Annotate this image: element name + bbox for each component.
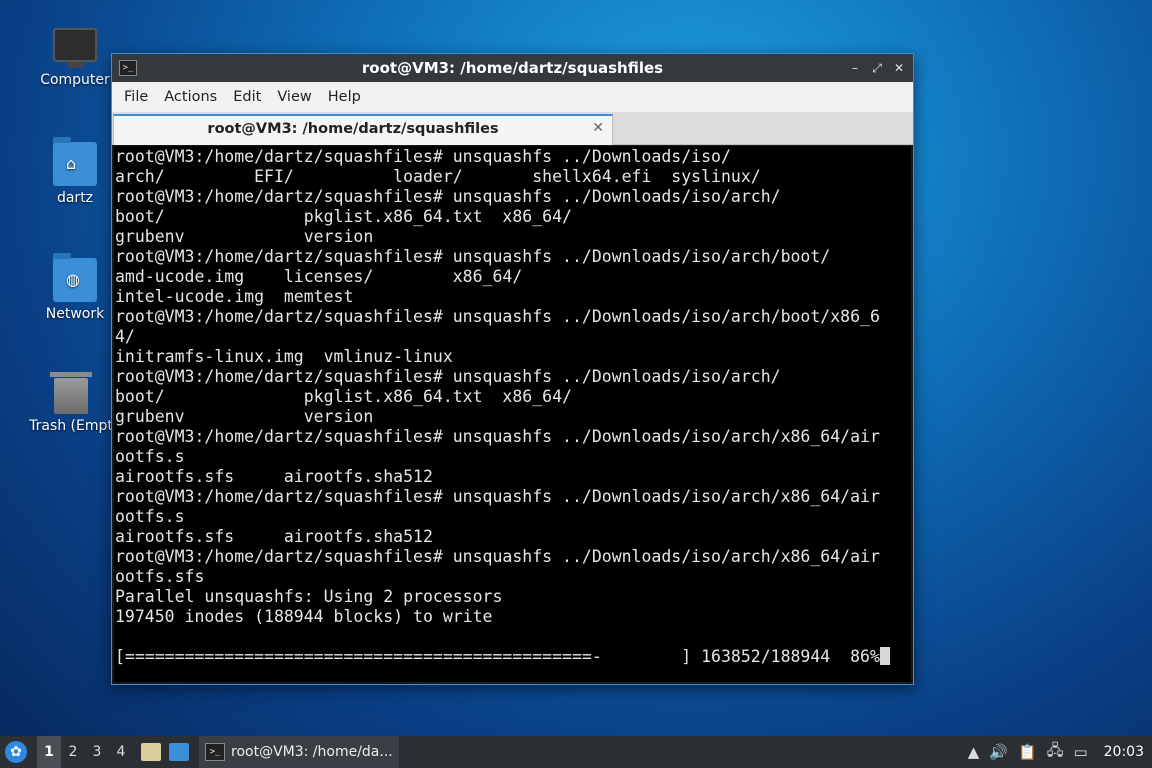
desktop-icon-label: Network: [45, 306, 105, 322]
menu-view[interactable]: View: [269, 89, 319, 105]
workspace-3[interactable]: 3: [85, 744, 109, 760]
task-label: root@VM3: /home/da...: [231, 744, 393, 760]
network-folder-icon: ◍: [53, 253, 97, 302]
terminal-line: initramfs-linux.img vmlinuz-linux: [115, 347, 453, 366]
desktop-icon-computer[interactable]: Computer: [25, 22, 125, 88]
terminal-line: grubenv version: [115, 407, 374, 426]
taskbar: ✿ 1 2 3 4 >_ root@VM3: /home/da... ▲ 🔊 📋…: [0, 736, 1152, 768]
window-titlebar[interactable]: >_ root@VM3: /home/dartz/squashfiles – ⤢…: [112, 54, 913, 82]
terminal-line: root@VM3:/home/dartz/squashfiles# unsqua…: [115, 187, 781, 206]
terminal-line: intel-ucode.img memtest: [115, 287, 354, 306]
terminal-line: root@VM3:/home/dartz/squashfiles# unsqua…: [115, 367, 781, 386]
menubar: File Actions Edit View Help: [112, 82, 913, 112]
screen-icon[interactable]: ▭: [1073, 743, 1087, 761]
system-tray: ▲ 🔊 📋 🖧 ▭ 20:03: [968, 740, 1144, 765]
terminal-output[interactable]: root@VM3:/home/dartz/squashfiles# unsqua…: [114, 146, 911, 682]
terminal-line: 197450 inodes (188944 blocks) to write: [115, 607, 493, 626]
desktop-icon-home-folder[interactable]: ⌂ dartz: [25, 137, 125, 206]
network-icon[interactable]: 🖧: [1047, 740, 1064, 765]
terminal-line: airootfs.sfs airootfs.sha512: [115, 527, 433, 546]
desktop-icon-trash[interactable]: Trash (Empt: [21, 372, 121, 434]
terminal-line: root@VM3:/home/dartz/squashfiles# unsqua…: [115, 427, 880, 446]
clipboard-icon[interactable]: 📋: [1018, 743, 1037, 761]
terminal-line: arch/ EFI/ loader/ shellx64.efi syslinux…: [115, 167, 761, 186]
tab-terminal[interactable]: root@VM3: /home/dartz/squashfiles ✕: [113, 114, 613, 145]
terminal-line: root@VM3:/home/dartz/squashfiles# unsqua…: [115, 307, 880, 326]
workspace-2[interactable]: 2: [61, 744, 85, 760]
keyboard-layout-icon[interactable]: ▲: [968, 743, 980, 761]
terminal-line: ootfs.sfs: [115, 567, 205, 586]
menu-file[interactable]: File: [116, 89, 156, 105]
file-manager-launcher-icon[interactable]: [141, 743, 161, 761]
terminal-line: amd-ucode.img licenses/ x86_64/: [115, 267, 523, 286]
close-button[interactable]: ✕: [891, 60, 907, 76]
terminal-icon: >_: [119, 60, 137, 76]
computer-icon: [53, 28, 97, 68]
desktop-icon-label: Trash (Empt: [29, 418, 113, 434]
tab-label: root@VM3: /home/dartz/squashfiles: [207, 121, 499, 137]
terminal-line: ootfs.s: [115, 507, 185, 526]
clock[interactable]: 20:03: [1104, 744, 1144, 760]
tab-bar: root@VM3: /home/dartz/squashfiles ✕: [112, 112, 913, 145]
terminal-window[interactable]: >_ root@VM3: /home/dartz/squashfiles – ⤢…: [111, 53, 914, 685]
terminal-line: root@VM3:/home/dartz/squashfiles# unsqua…: [115, 547, 880, 566]
menu-actions[interactable]: Actions: [156, 89, 225, 105]
minimize-button[interactable]: –: [847, 60, 863, 76]
terminal-line: grubenv version: [115, 227, 374, 246]
show-desktop-icon[interactable]: [169, 743, 189, 761]
terminal-line: airootfs.sfs airootfs.sha512: [115, 467, 433, 486]
menu-edit[interactable]: Edit: [225, 89, 269, 105]
home-folder-icon: ⌂: [53, 137, 97, 186]
desktop-icon-label: dartz: [56, 190, 94, 206]
terminal-icon: >_: [205, 743, 225, 761]
terminal-line: ootfs.s: [115, 447, 185, 466]
terminal-line: Parallel unsquashfs: Using 2 processors: [115, 587, 503, 606]
terminal-line: root@VM3:/home/dartz/squashfiles# unsqua…: [115, 147, 731, 166]
desktop-icon-label: Computer: [40, 72, 110, 88]
terminal-line: [=======================================…: [115, 647, 910, 667]
terminal-line: boot/ pkglist.x86_64.txt x86_64/: [115, 207, 572, 226]
desktop-icon-network[interactable]: ◍ Network: [25, 253, 125, 322]
terminal-line: 4/: [115, 327, 135, 346]
terminal-line: root@VM3:/home/dartz/squashfiles# unsqua…: [115, 487, 880, 506]
maximize-button[interactable]: ⤢: [869, 60, 885, 76]
terminal-cursor: [879, 647, 890, 665]
terminal-line: boot/ pkglist.x86_64.txt x86_64/: [115, 387, 572, 406]
workspace-1[interactable]: 1: [37, 736, 61, 768]
terminal-line: root@VM3:/home/dartz/squashfiles# unsqua…: [115, 247, 831, 266]
tab-close-icon[interactable]: ✕: [592, 120, 604, 136]
volume-icon[interactable]: 🔊: [989, 743, 1008, 761]
window-title: root@VM3: /home/dartz/squashfiles: [361, 59, 664, 77]
start-menu-icon[interactable]: ✿: [5, 741, 27, 763]
workspace-4[interactable]: 4: [109, 744, 133, 760]
menu-help[interactable]: Help: [320, 89, 369, 105]
trash-icon: [50, 372, 92, 414]
taskbar-task-terminal[interactable]: >_ root@VM3: /home/da...: [199, 736, 399, 768]
